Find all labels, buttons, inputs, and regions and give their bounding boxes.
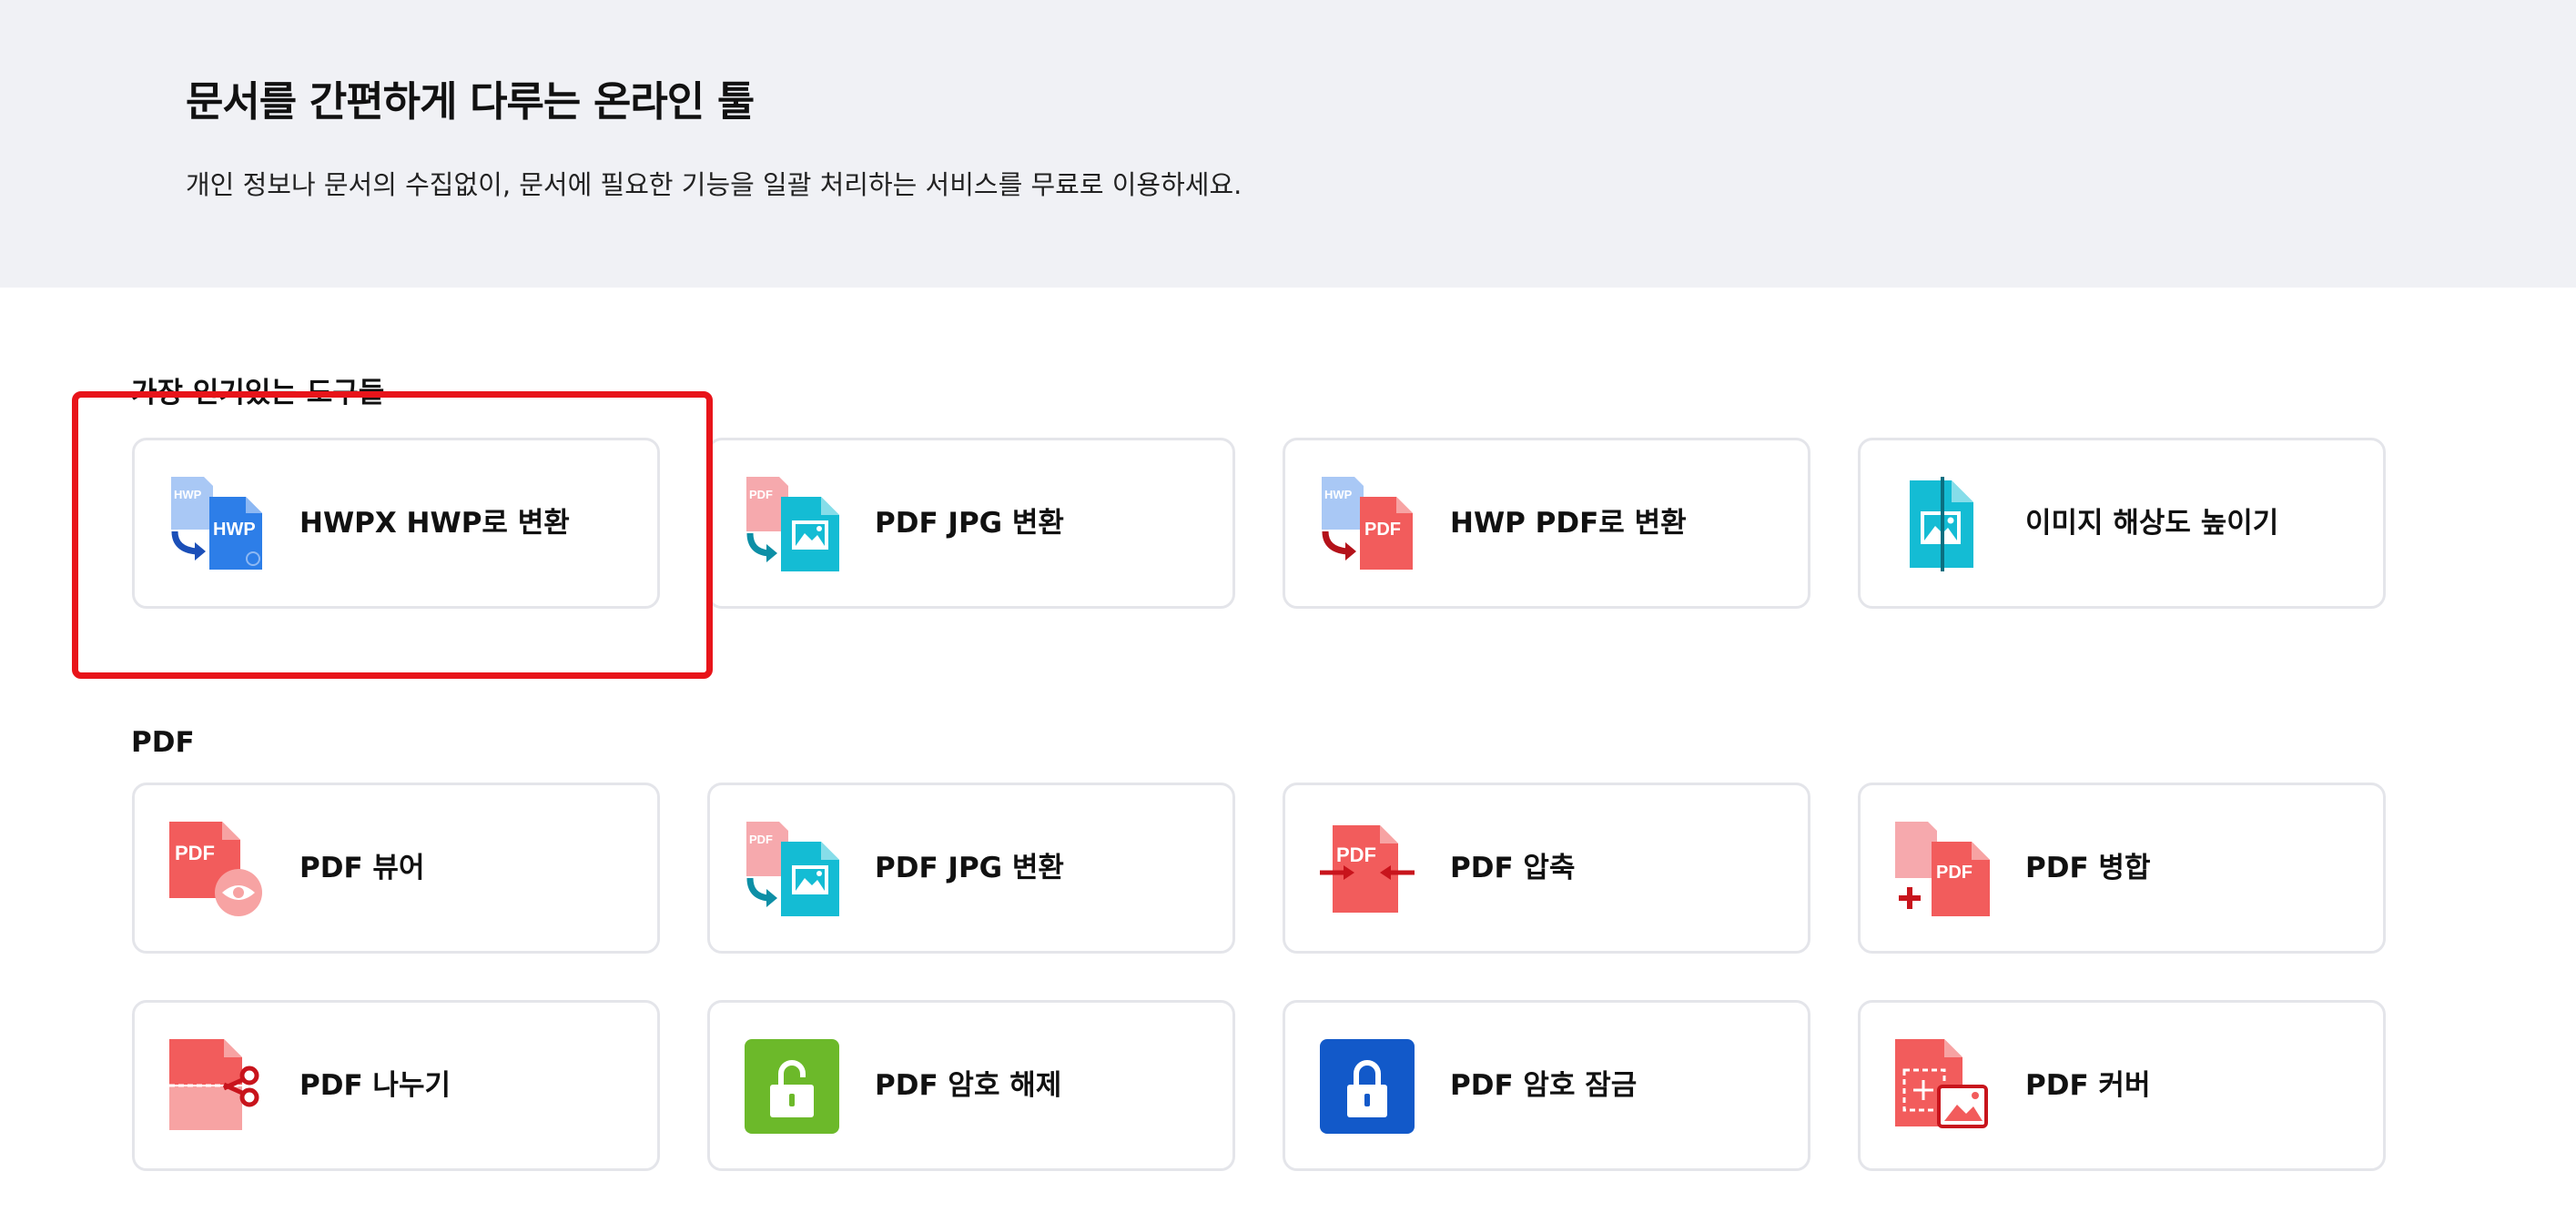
pdf-cover-icon [1895, 1039, 1990, 1134]
hwp-to-pdf-icon: HWP PDF [1320, 477, 1415, 571]
hero-title: 문서를 간편하게 다루는 온라인 툴 [186, 77, 755, 126]
hwpx-to-hwp-icon: HWP HWP [169, 477, 264, 571]
tool-label: PDF 암호 해제 [875, 1069, 1062, 1102]
tool-card-pdf-cover[interactable]: PDF 커버 [1858, 1000, 2386, 1171]
tool-card-pdf-viewer[interactable]: PDF PDF 뷰어 [132, 783, 660, 954]
tool-label: PDF 압축 [1450, 852, 1576, 884]
section-title-pdf: PDF [131, 726, 195, 759]
svg-text:PDF: PDF [1336, 843, 1376, 866]
hero-subtitle: 개인 정보나 문서의 수집없이, 문서에 필요한 기능을 일괄 처리하는 서비스… [186, 169, 1242, 200]
svg-text:PDF: PDF [749, 833, 773, 846]
tool-label: HWPX HWP로 변환 [299, 507, 570, 540]
svg-text:PDF: PDF [749, 488, 773, 501]
svg-text:PDF: PDF [1364, 520, 1401, 540]
tool-label: PDF JPG 변환 [875, 507, 1064, 540]
svg-text:HWP: HWP [213, 520, 256, 540]
unlock-icon [745, 1039, 839, 1134]
tool-card-pdf-to-jpg-2[interactable]: PDF PDF JPG 변환 [707, 783, 1235, 954]
tool-card-hwpx-to-hwp[interactable]: HWP HWP HWPX HWP로 변환 [132, 438, 660, 609]
tool-label: PDF 커버 [2025, 1069, 2151, 1102]
pdf-to-jpg-icon: PDF [745, 477, 839, 571]
tool-label: PDF 나누기 [299, 1069, 451, 1102]
tool-label: HWP PDF로 변환 [1450, 507, 1687, 540]
pdf-compress-icon: PDF [1320, 822, 1415, 916]
tool-card-pdf-compress[interactable]: PDF PDF 압축 [1283, 783, 1810, 954]
svg-text:HWP: HWP [174, 488, 202, 501]
tool-label: PDF 뷰어 [299, 852, 425, 884]
tool-card-pdf-lock[interactable]: PDF 암호 잠금 [1283, 1000, 1810, 1171]
hero-banner: 문서를 간편하게 다루는 온라인 툴 개인 정보나 문서의 수집없이, 문서에 … [0, 0, 2576, 288]
pdf-split-icon [169, 1039, 264, 1134]
pdf-viewer-icon: PDF [169, 822, 264, 916]
section-title-popular: 가장 인기있는 도구들 [131, 377, 385, 409]
tool-label: 이미지 해상도 높이기 [2025, 507, 2279, 540]
tool-label: PDF 암호 잠금 [1450, 1069, 1638, 1102]
image-upscale-icon [1895, 477, 1990, 571]
svg-text:PDF: PDF [175, 842, 215, 864]
lock-icon [1320, 1039, 1415, 1134]
tool-card-pdf-to-jpg[interactable]: PDF PDF JPG 변환 [707, 438, 1235, 609]
tool-label: PDF JPG 변환 [875, 852, 1064, 884]
tool-label: PDF 병합 [2025, 852, 2151, 884]
tool-card-pdf-split[interactable]: PDF 나누기 [132, 1000, 660, 1171]
svg-text:HWP: HWP [1324, 488, 1353, 501]
pdf-to-jpg-icon: PDF [745, 822, 839, 916]
pdf-merge-icon: PDF [1895, 822, 1990, 916]
svg-text:PDF: PDF [1936, 863, 1973, 883]
tool-card-hwp-to-pdf[interactable]: HWP PDF HWP PDF로 변환 [1283, 438, 1810, 609]
tool-card-image-upscale[interactable]: 이미지 해상도 높이기 [1858, 438, 2386, 609]
tool-card-pdf-unlock[interactable]: PDF 암호 해제 [707, 1000, 1235, 1171]
tool-card-pdf-merge[interactable]: PDF PDF 병합 [1858, 783, 2386, 954]
